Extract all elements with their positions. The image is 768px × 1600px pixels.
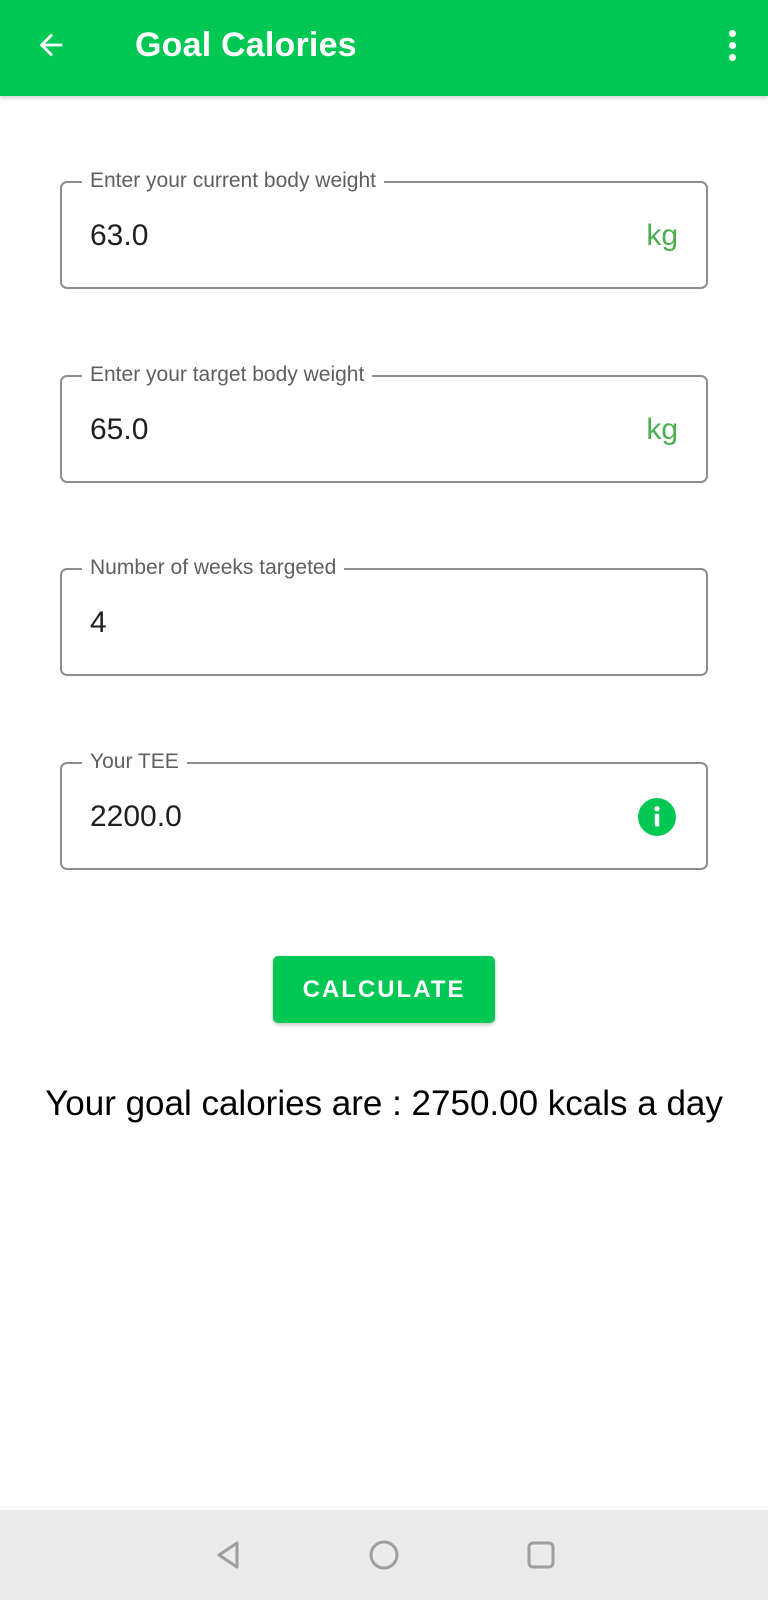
goal-calories-result: Your goal calories are : 2750.00 kcals a… (45, 1084, 723, 1123)
more-vertical-icon (728, 29, 736, 37)
current-weight-field[interactable]: Enter your current body weight 63.0 kg (60, 168, 708, 289)
nav-home-button[interactable] (363, 1534, 405, 1576)
tee-field[interactable]: Your TEE 2200.0 (60, 749, 708, 870)
calculate-button[interactable]: CALCULATE (273, 956, 495, 1023)
target-weight-input[interactable]: 65.0 (90, 411, 148, 449)
current-weight-unit: kg (646, 219, 678, 252)
arrow-left-icon (39, 33, 63, 57)
tee-label: Your TEE (82, 749, 187, 775)
target-weight-label: Enter your target body weight (82, 362, 373, 388)
back-button[interactable] (30, 24, 72, 66)
target-weight-field[interactable]: Enter your target body weight 65.0 kg (60, 362, 708, 483)
current-weight-label: Enter your current body weight (82, 168, 384, 194)
more-vertical-icon-dot (728, 53, 736, 61)
more-vertical-icon-dot (728, 41, 736, 49)
triangle-back-icon (217, 1541, 239, 1569)
page-title: Goal Calories (135, 26, 357, 64)
goal-calories-screen: Goal Calories Enter your current body we… (0, 0, 768, 1600)
weeks-label: Number of weeks targeted (82, 555, 345, 581)
app-bar: Goal Calories (0, 0, 768, 96)
nav-recents-button[interactable] (520, 1534, 562, 1576)
target-weight-unit: kg (646, 413, 678, 446)
square-recents-icon (527, 1541, 555, 1569)
weeks-field[interactable]: Number of weeks targeted 4 (60, 555, 708, 676)
system-nav-bar (0, 1510, 768, 1600)
circle-home-icon (369, 1540, 399, 1570)
weeks-input[interactable]: 4 (90, 604, 107, 642)
current-weight-input[interactable]: 63.0 (90, 217, 148, 255)
tee-input[interactable]: 2200.0 (90, 798, 182, 836)
more-options-button[interactable] (714, 22, 750, 68)
info-icon[interactable] (638, 798, 676, 836)
nav-back-button[interactable] (207, 1534, 249, 1576)
